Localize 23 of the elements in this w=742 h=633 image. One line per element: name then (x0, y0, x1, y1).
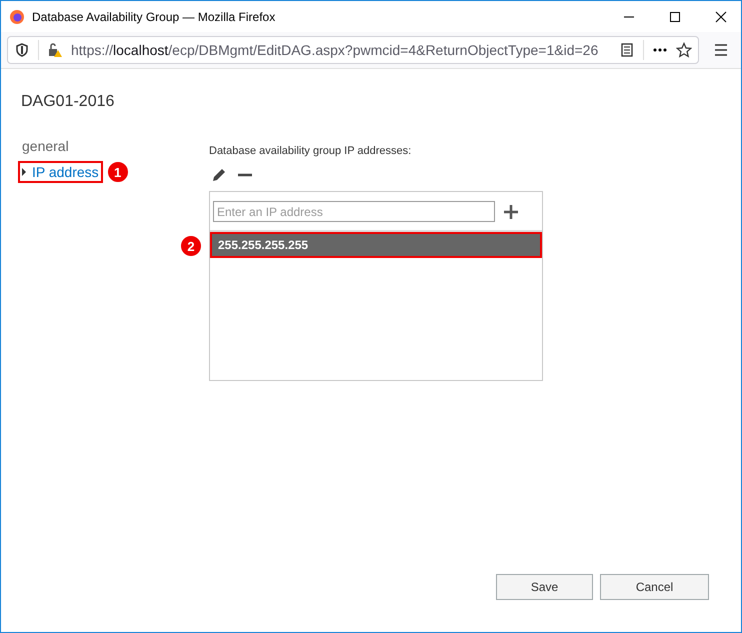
window-title: Database Availability Group — Mozilla Firefox (32, 10, 276, 24)
menu-icon[interactable] (713, 42, 729, 58)
maximize-icon[interactable] (669, 10, 681, 22)
star-icon[interactable] (676, 42, 692, 58)
close-icon[interactable] (715, 10, 727, 22)
cancel-button[interactable]: Cancel (600, 574, 709, 600)
ip-input-field[interactable]: Enter an IP address (213, 201, 495, 222)
address-bar[interactable]: https://localhost/ecp/DBMgmt/EditDAG.aspx?pwmcid=4&ReturnObjectType=1&id=26 (7, 36, 699, 64)
lock-warning-icon (47, 42, 63, 58)
pencil-icon[interactable] (211, 167, 227, 183)
firefox-logo-icon (9, 8, 25, 24)
section-label: Database availability group IP addresses: (209, 145, 412, 157)
url-text: https://localhost/ecp/DBMgmt/EditDAG.aspx?pwmcid=4&ReturnObjectType=1&id=26 (71, 42, 600, 58)
highlighted-nav-link[interactable]: IP address (18, 161, 103, 183)
callout-badge: 1 (106, 161, 129, 183)
save-button[interactable]: Save (496, 574, 593, 600)
reader-view-icon[interactable] (619, 42, 635, 58)
callout-badge: 2 (180, 235, 202, 257)
plus-icon[interactable] (503, 204, 519, 220)
ip-list-row[interactable]: 255.255.255.255 (210, 232, 542, 258)
nav-link[interactable]: general (18, 135, 73, 157)
page-title: DAG01-2016 (21, 93, 116, 111)
shield-icon (14, 42, 30, 58)
